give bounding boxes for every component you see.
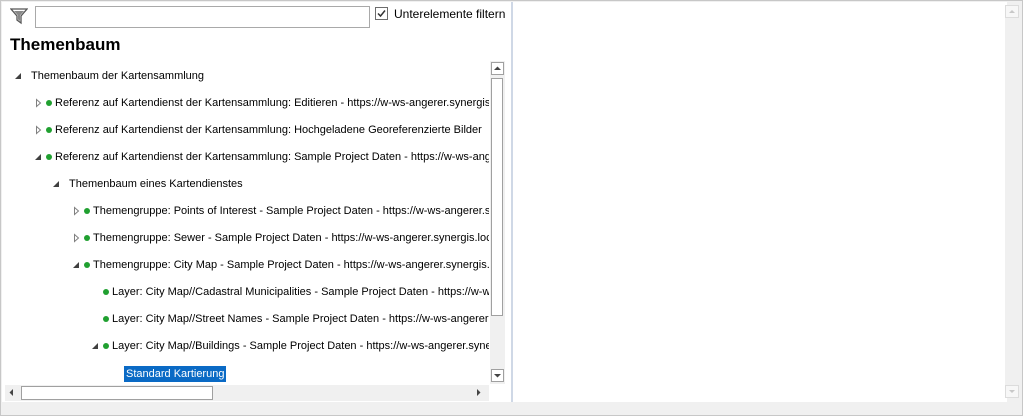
status-dot-icon bbox=[46, 100, 52, 106]
detail-vertical-scrollbar[interactable] bbox=[1005, 5, 1019, 398]
tree-node-label: Referenz auf Kartendienst der Kartensamm… bbox=[55, 151, 489, 163]
tree-node-label: Layer: City Map//Buildings - Sample Proj… bbox=[112, 340, 489, 352]
tree-node[interactable]: Themengruppe: Sewer - Sample Project Dat… bbox=[5, 227, 489, 249]
status-dot-icon bbox=[103, 343, 109, 349]
tree-node[interactable]: Layer: City Map//Buildings - Sample Proj… bbox=[5, 335, 489, 357]
collapsed-triangle-icon[interactable] bbox=[72, 200, 82, 222]
status-dot-icon bbox=[103, 289, 109, 295]
detail-scroll-up-button[interactable] bbox=[1005, 5, 1019, 18]
collapsed-triangle-icon[interactable] bbox=[34, 119, 44, 141]
window-frame: Unterelemente filtern Themenbaum Themenb… bbox=[0, 0, 1023, 416]
tree-node-label: Themengruppe: City Map - Sample Project … bbox=[93, 259, 489, 271]
theme-tree-panel: Unterelemente filtern Themenbaum Themenb… bbox=[2, 2, 511, 402]
expanded-triangle-icon[interactable] bbox=[91, 335, 101, 357]
tree-node-label: Themenbaum eines Kartendienstes bbox=[69, 178, 243, 190]
arrow-down-icon bbox=[494, 374, 501, 378]
expanded-triangle-icon[interactable] bbox=[14, 65, 24, 87]
arrow-right-icon bbox=[477, 389, 481, 396]
expanded-triangle-icon[interactable] bbox=[34, 146, 44, 168]
scroll-right-button[interactable] bbox=[473, 386, 486, 399]
arrow-left-icon bbox=[9, 389, 13, 396]
detail-scroll-down-button[interactable] bbox=[1005, 385, 1019, 398]
tree-node[interactable]: Themengruppe: City Map - Sample Project … bbox=[5, 254, 489, 276]
tree-node-label: Standard Kartierung bbox=[124, 366, 227, 382]
tree-node[interactable]: Themengruppe: Points of Interest - Sampl… bbox=[5, 200, 489, 222]
tree-vertical-scrollbar[interactable] bbox=[490, 61, 505, 384]
status-dot-icon bbox=[84, 262, 90, 268]
scroll-left-button[interactable] bbox=[6, 386, 19, 399]
tree-horizontal-scrollbar[interactable] bbox=[5, 385, 489, 401]
horizontal-scroll-thumb[interactable] bbox=[21, 386, 213, 400]
arrow-up-icon bbox=[1009, 10, 1015, 13]
collapsed-triangle-icon[interactable] bbox=[34, 92, 44, 114]
status-dot-icon bbox=[46, 127, 52, 133]
tree-node[interactable]: Referenz auf Kartendienst der Kartensamm… bbox=[5, 146, 489, 168]
status-dot-icon bbox=[103, 316, 109, 322]
status-dot-icon bbox=[46, 154, 52, 160]
tree-node[interactable]: Layer: City Map//Cadastral Municipalitie… bbox=[5, 281, 489, 303]
filter-children-checkbox[interactable] bbox=[375, 7, 388, 20]
theme-tree: Themenbaum der Kartensammlung Referenz au… bbox=[5, 61, 489, 384]
vertical-scroll-thumb[interactable] bbox=[491, 78, 503, 316]
tree-node-selected[interactable]: Standard Kartierung bbox=[5, 362, 489, 384]
tree-node-label: Themengruppe: Points of Interest - Sampl… bbox=[93, 205, 489, 217]
tree-node-label: Referenz auf Kartendienst der Kartensamm… bbox=[55, 97, 489, 109]
filter-icon[interactable] bbox=[10, 7, 28, 25]
scroll-up-button[interactable] bbox=[491, 62, 504, 75]
tree-node[interactable]: Themenbaum der Kartensammlung bbox=[5, 65, 489, 87]
tree-node-label: Layer: City Map//Cadastral Municipalitie… bbox=[112, 286, 489, 298]
status-dot-icon bbox=[84, 235, 90, 241]
status-dot-icon bbox=[84, 208, 90, 214]
tree-node-label: Themengruppe: Sewer - Sample Project Dat… bbox=[93, 232, 489, 244]
filter-children-label: Unterelemente filtern bbox=[394, 7, 506, 21]
tree-node[interactable]: Referenz auf Kartendienst der Kartensamm… bbox=[5, 119, 489, 141]
detail-panel bbox=[513, 2, 1007, 402]
panel-title: Themenbaum bbox=[10, 35, 121, 54]
arrow-up-icon bbox=[494, 66, 501, 70]
scroll-down-button[interactable] bbox=[491, 369, 504, 382]
expanded-triangle-icon[interactable] bbox=[52, 173, 62, 195]
filter-input[interactable] bbox=[35, 6, 370, 28]
tree-node-label: Layer: City Map//Street Names - Sample P… bbox=[112, 313, 489, 325]
tree-node[interactable]: Themenbaum eines Kartendienstes bbox=[5, 173, 489, 195]
tree-node[interactable]: Layer: City Map//Street Names - Sample P… bbox=[5, 308, 489, 330]
tree-node[interactable]: Referenz auf Kartendienst der Kartensamm… bbox=[5, 92, 489, 114]
arrow-down-icon bbox=[1009, 390, 1015, 393]
tree-node-label: Referenz auf Kartendienst der Kartensamm… bbox=[55, 124, 482, 136]
collapsed-triangle-icon[interactable] bbox=[72, 227, 82, 249]
tree-node-label: Themenbaum der Kartensammlung bbox=[31, 70, 205, 82]
checkmark-icon bbox=[377, 10, 386, 18]
expanded-triangle-icon[interactable] bbox=[72, 254, 82, 276]
